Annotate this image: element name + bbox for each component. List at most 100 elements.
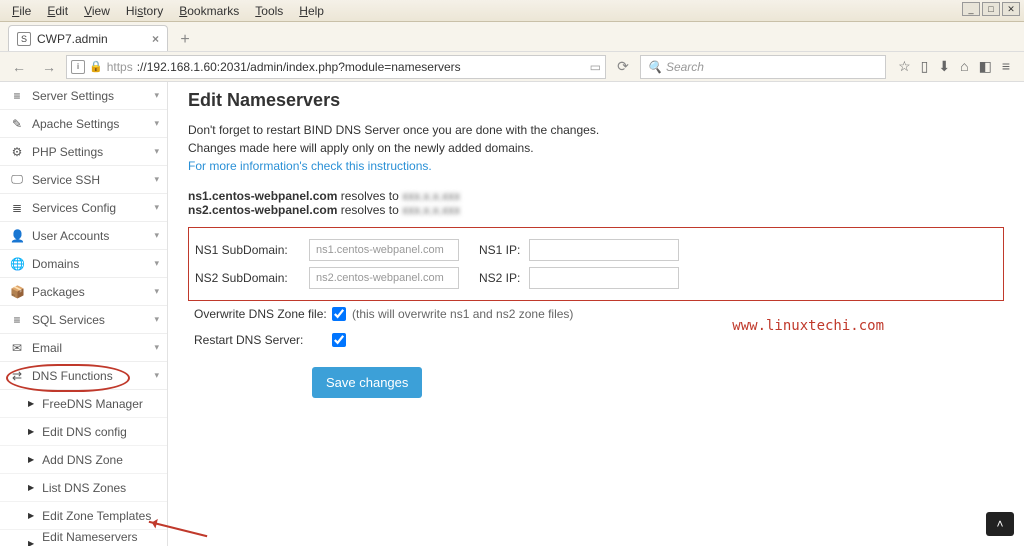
sidebar-item-php-settings[interactable]: ⚙PHP Settings▾: [0, 138, 167, 166]
package-icon: 📦: [10, 285, 24, 299]
sidebar-label: Server Settings: [32, 89, 114, 103]
mail-icon: ✉: [10, 341, 24, 355]
sidebar-item-domains[interactable]: 🌐Domains▾: [0, 250, 167, 278]
sidebar-sub-freedns[interactable]: ▶FreeDNS Manager: [0, 390, 167, 418]
watermark-text: www.linuxtechi.com: [732, 318, 884, 334]
sidebar-sub-add-dns-zone[interactable]: ▶ Add DNS Zone: [0, 446, 167, 474]
sidebar-label: DNS Functions: [32, 369, 113, 383]
triangle-icon: ▶: [28, 399, 34, 408]
ns2-ip-input[interactable]: [529, 267, 679, 289]
ns1-subdomain-label: NS1 SubDomain:: [189, 243, 309, 257]
pocket-icon[interactable]: ▯: [921, 58, 929, 75]
nameserver-form: NS1 SubDomain: NS1 IP: NS2 SubDomain: NS…: [188, 227, 1004, 301]
chevron-down-icon: ▾: [154, 90, 159, 101]
menu-tools[interactable]: Tools: [247, 2, 291, 20]
resolve-host: ns1.centos-webpanel.com: [188, 189, 337, 203]
window-maximize-icon[interactable]: □: [982, 2, 1000, 16]
tab-close-icon[interactable]: ×: [152, 32, 159, 46]
overwrite-hint: (this will overwrite ns1 and ns2 zone fi…: [352, 307, 573, 321]
sidebar-sub-edit-nameservers-ips[interactable]: ▶Edit Nameservers IPs: [0, 530, 167, 546]
sidebar-item-dns-functions[interactable]: ⇄DNS Functions▾: [0, 362, 167, 390]
ns1-ip-input[interactable]: [529, 239, 679, 261]
user-icon: 👤: [10, 229, 24, 243]
sidebar-icon[interactable]: ◧: [979, 58, 992, 75]
instructions-link[interactable]: For more information's check this instru…: [188, 159, 432, 173]
save-changes-button[interactable]: Save changes: [312, 367, 422, 398]
sidebar-sub-label: Add DNS Zone: [42, 453, 123, 467]
page-title: Edit Nameservers: [188, 90, 1004, 111]
lock-icon: 🔒: [89, 60, 103, 73]
sidebar-item-apache-settings[interactable]: ✎Apache Settings▾: [0, 110, 167, 138]
tab-title: CWP7.admin: [37, 32, 108, 46]
sidebar-sub-edit-zone-templates[interactable]: ▶Edit Zone Templates: [0, 502, 167, 530]
browser-tab[interactable]: S CWP7.admin ×: [8, 25, 168, 51]
menu-file[interactable]: File: [4, 2, 39, 20]
browser-tabstrip: S CWP7.admin × +: [0, 22, 1024, 52]
server-icon: ≡: [10, 89, 24, 103]
url-protocol: https: [107, 60, 133, 74]
search-icon: 🔍: [647, 60, 662, 74]
dns-icon: ⇄: [10, 369, 24, 383]
sidebar-label: Email: [32, 341, 62, 355]
chevron-down-icon: ▾: [154, 342, 159, 353]
overwrite-checkbox[interactable]: [332, 307, 346, 321]
resolve-ip: xxx.x.x.xxx: [402, 189, 460, 203]
ns2-subdomain-input[interactable]: [309, 267, 459, 289]
resolve-host: ns2.centos-webpanel.com: [188, 203, 337, 217]
sidebar-label: Services Config: [32, 201, 116, 215]
desc-line: Changes made here will apply only on the…: [188, 139, 1004, 157]
downloads-icon[interactable]: ⬇: [938, 58, 950, 75]
nav-forward-button[interactable]: →: [36, 55, 62, 79]
address-bar[interactable]: i 🔒 https://192.168.1.60:2031/admin/inde…: [66, 55, 606, 79]
sidebar-item-service-ssh[interactable]: 🖵Service SSH▾: [0, 166, 167, 194]
database-icon: ≡: [10, 313, 24, 327]
sidebar-label: Apache Settings: [32, 117, 119, 131]
chevron-down-icon: ▾: [154, 174, 159, 185]
bookmark-star-icon[interactable]: ☆: [898, 58, 911, 75]
sidebar-sub-edit-dns-config[interactable]: ▶Edit DNS config: [0, 418, 167, 446]
home-icon[interactable]: ⌂: [960, 58, 968, 75]
restart-checkbox[interactable]: [332, 333, 346, 347]
sidebar-item-email[interactable]: ✉ Email ▾: [0, 334, 167, 362]
window-close-icon[interactable]: ✕: [1002, 2, 1020, 16]
sidebar-label: PHP Settings: [32, 145, 103, 159]
search-box[interactable]: 🔍 Search: [640, 55, 886, 79]
reader-mode-icon[interactable]: ▭: [590, 60, 601, 74]
sidebar-label: SQL Services: [32, 313, 105, 327]
restart-label: Restart DNS Server:: [188, 333, 332, 347]
search-placeholder: Search: [666, 60, 704, 74]
triangle-icon: ▶: [28, 455, 34, 464]
sidebar-label: Service SSH: [32, 173, 100, 187]
menu-edit[interactable]: Edit: [39, 2, 76, 20]
menu-bookmarks[interactable]: Bookmarks: [171, 2, 247, 20]
menu-history[interactable]: History: [118, 2, 171, 20]
nav-back-button[interactable]: ←: [6, 55, 32, 79]
browser-toolbar: ← → i 🔒 https://192.168.1.60:2031/admin/…: [0, 52, 1024, 82]
desc-line: Don't forget to restart BIND DNS Server …: [188, 121, 1004, 139]
sidebar-item-sql-services[interactable]: ≡SQL Services▾: [0, 306, 167, 334]
new-tab-button[interactable]: +: [172, 29, 198, 51]
menu-help[interactable]: Help: [291, 2, 332, 20]
chevron-down-icon: ▾: [154, 258, 159, 269]
sidebar-sub-list-dns-zones[interactable]: ▶List DNS Zones: [0, 474, 167, 502]
reload-button[interactable]: ⟳: [610, 55, 636, 79]
resolve-ip: xxx.x.x.xxx: [402, 203, 460, 217]
info-icon[interactable]: i: [71, 60, 85, 74]
scroll-to-top-button[interactable]: ˄: [986, 512, 1014, 536]
menu-view[interactable]: View: [76, 2, 118, 20]
hamburger-menu-icon[interactable]: ≡: [1002, 58, 1010, 75]
sidebar-item-services-config[interactable]: ≣Services Config▾: [0, 194, 167, 222]
sidebar-sub-label: Edit DNS config: [42, 425, 127, 439]
resolve-block: ns1.centos-webpanel.com resolves to xxx.…: [188, 189, 1004, 217]
page-body: ≡ Server Settings ▾ ✎Apache Settings▾ ⚙PHP…: [0, 82, 1024, 546]
sidebar-item-user-accounts[interactable]: 👤User Accounts▾: [0, 222, 167, 250]
sidebar-item-packages[interactable]: 📦Packages▾: [0, 278, 167, 306]
chevron-down-icon: ▾: [154, 286, 159, 297]
sidebar-sub-label: Edit Nameservers IPs: [42, 530, 157, 546]
ns2-ip-label: NS2 IP:: [459, 271, 529, 285]
sidebar-sub-label: List DNS Zones: [42, 481, 126, 495]
sidebar-item-server-settings[interactable]: ≡ Server Settings ▾: [0, 82, 167, 110]
app-menubar: File Edit View History Bookmarks Tools H…: [0, 0, 1024, 22]
window-minimize-icon[interactable]: _: [962, 2, 980, 16]
ns1-subdomain-input[interactable]: [309, 239, 459, 261]
